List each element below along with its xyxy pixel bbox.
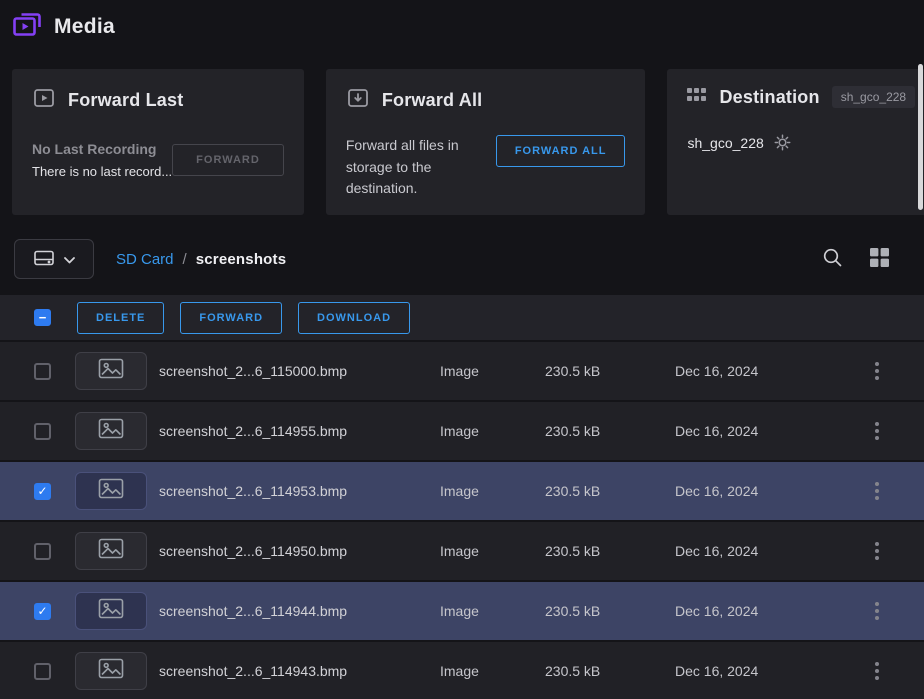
image-icon (98, 658, 124, 684)
grid-view-icon (869, 247, 890, 271)
file-type: Image (440, 543, 545, 559)
cards-row: Forward Last No Last Recording There is … (0, 43, 924, 215)
destination-card: Destination sh_gco_228 sh_gco_228 (667, 69, 924, 215)
file-size: 230.5 kB (545, 363, 675, 379)
table-row: screenshot_2...6_114955.bmp Image 230.5 … (0, 400, 924, 460)
search-button[interactable] (822, 247, 843, 271)
image-icon (98, 598, 124, 624)
forward-all-icon (346, 86, 370, 115)
file-name: screenshot_2...6_114944.bmp (159, 603, 440, 619)
file-size: 230.5 kB (545, 603, 675, 619)
file-browser-toolbar: SD Card / screenshots (0, 215, 924, 279)
delete-button[interactable]: DELETE (77, 302, 164, 334)
scrollbar-thumb[interactable] (918, 64, 923, 210)
table-row: screenshot_2...6_114944.bmp Image 230.5 … (0, 580, 924, 640)
row-menu-button[interactable] (868, 538, 886, 564)
file-date: Dec 16, 2024 (675, 663, 868, 679)
destination-title: Destination (719, 87, 819, 108)
row-menu-button[interactable] (868, 418, 886, 444)
file-thumbnail[interactable] (75, 592, 147, 630)
table-row: screenshot_2...6_115000.bmp Image 230.5 … (0, 340, 924, 400)
image-icon (98, 358, 124, 384)
file-name: screenshot_2...6_114943.bmp (159, 663, 440, 679)
row-checkbox[interactable] (34, 543, 51, 560)
file-thumbnail[interactable] (75, 352, 147, 390)
app-header: Media (0, 0, 924, 43)
storage-drive-icon (34, 250, 54, 269)
file-type: Image (440, 363, 545, 379)
forward-all-button[interactable]: FORWARD ALL (496, 135, 626, 167)
forward-last-description: There is no last record... (32, 164, 172, 179)
table-row: screenshot_2...6_114943.bmp Image 230.5 … (0, 640, 924, 699)
file-rows: screenshot_2...6_115000.bmp Image 230.5 … (0, 340, 924, 699)
file-thumbnail[interactable] (75, 532, 147, 570)
row-checkbox[interactable] (34, 603, 51, 620)
file-name: screenshot_2...6_114955.bmp (159, 423, 440, 439)
row-menu-button[interactable] (868, 478, 886, 504)
chevron-down-icon (64, 252, 75, 267)
file-date: Dec 16, 2024 (675, 363, 868, 379)
destination-icon (687, 88, 707, 107)
file-date: Dec 16, 2024 (675, 603, 868, 619)
file-type: Image (440, 603, 545, 619)
row-checkbox[interactable] (34, 423, 51, 440)
breadcrumb-separator: / (183, 251, 187, 268)
search-icon (822, 247, 843, 271)
file-type: Image (440, 423, 545, 439)
destination-value: sh_gco_228 (687, 135, 763, 151)
no-last-recording-label: No Last Recording (32, 141, 172, 157)
forward-last-icon (32, 86, 56, 115)
download-button[interactable]: DOWNLOAD (298, 302, 410, 334)
breadcrumb-current-folder: screenshots (196, 251, 287, 268)
forward-last-card: Forward Last No Last Recording There is … (12, 69, 304, 215)
destination-settings-gear-icon[interactable] (774, 134, 791, 151)
file-thumbnail[interactable] (75, 472, 147, 510)
image-icon (98, 418, 124, 444)
forward-last-title: Forward Last (68, 90, 183, 111)
breadcrumb-sd-card[interactable]: SD Card (116, 251, 174, 268)
breadcrumb: SD Card / screenshots (116, 251, 286, 268)
file-size: 230.5 kB (545, 483, 675, 499)
forward-button[interactable]: FORWARD (180, 302, 282, 334)
table-row: screenshot_2...6_114950.bmp Image 230.5 … (0, 520, 924, 580)
destination-badge: sh_gco_228 (832, 86, 915, 108)
file-name: screenshot_2...6_114950.bmp (159, 543, 440, 559)
row-checkbox[interactable] (34, 483, 51, 500)
file-date: Dec 16, 2024 (675, 543, 868, 559)
image-icon (98, 538, 124, 564)
storage-select-dropdown[interactable] (14, 239, 94, 279)
file-name: screenshot_2...6_115000.bmp (159, 363, 440, 379)
row-menu-button[interactable] (868, 598, 886, 624)
file-size: 230.5 kB (545, 423, 675, 439)
image-icon (98, 478, 124, 504)
file-type: Image (440, 483, 545, 499)
row-menu-button[interactable] (868, 358, 886, 384)
table-row: screenshot_2...6_114953.bmp Image 230.5 … (0, 460, 924, 520)
file-date: Dec 16, 2024 (675, 423, 868, 439)
row-menu-button[interactable] (868, 658, 886, 684)
row-checkbox[interactable] (34, 363, 51, 380)
grid-view-button[interactable] (869, 247, 890, 271)
file-thumbnail[interactable] (75, 412, 147, 450)
select-all-checkbox[interactable] (34, 309, 51, 326)
file-size: 230.5 kB (545, 663, 675, 679)
forward-all-description: Forward all files in storage to the dest… (346, 135, 496, 200)
row-checkbox[interactable] (34, 663, 51, 680)
table-actions-bar: DELETE FORWARD DOWNLOAD (0, 295, 924, 340)
page-title: Media (54, 15, 115, 39)
forward-all-card: Forward All Forward all files in storage… (326, 69, 646, 215)
file-type: Image (440, 663, 545, 679)
media-logo-icon (12, 10, 42, 43)
file-size: 230.5 kB (545, 543, 675, 559)
file-date: Dec 16, 2024 (675, 483, 868, 499)
media-page: Media Forward Last No Last Recording The… (0, 0, 924, 699)
forward-last-button[interactable]: FORWARD (172, 144, 284, 176)
file-thumbnail[interactable] (75, 652, 147, 690)
forward-all-title: Forward All (382, 90, 483, 111)
file-name: screenshot_2...6_114953.bmp (159, 483, 440, 499)
file-table: DELETE FORWARD DOWNLOAD screenshot_2...6… (0, 295, 924, 699)
